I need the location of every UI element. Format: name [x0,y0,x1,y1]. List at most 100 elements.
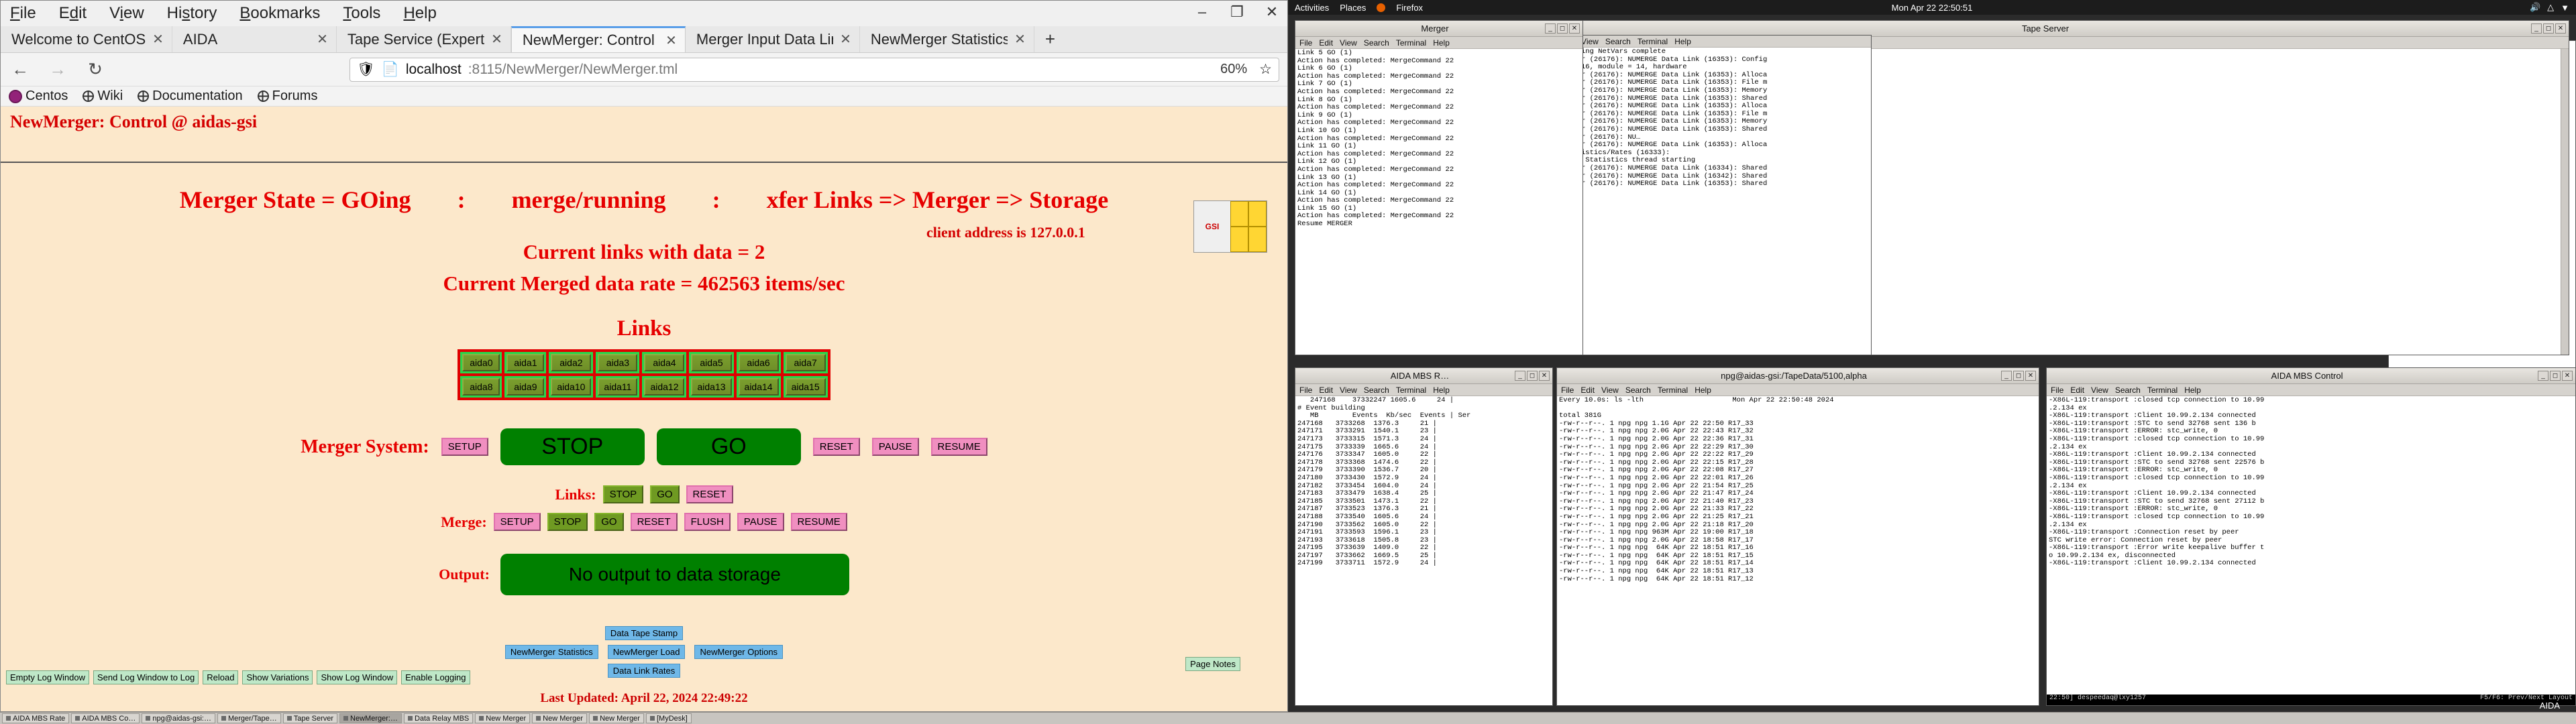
menu-search[interactable]: Search [1364,38,1389,48]
forward-icon[interactable]: → [46,59,69,80]
menu-bookmarks[interactable]: Bookmarks [239,4,320,23]
taskbar-item-active[interactable]: NewMerger:… [339,713,402,723]
volume-icon[interactable]: 🔊 [2530,2,2540,13]
link-button[interactable]: aida6 [738,354,779,371]
link-cell[interactable]: aida0 [459,351,504,375]
link-button[interactable]: aida0 [462,354,500,371]
nav-newmerger-statistics-button[interactable]: NewMerger Statistics [504,645,598,659]
link-button[interactable]: aida14 [738,378,779,396]
link-cell[interactable]: aida1 [503,351,548,375]
merger-pause-button[interactable]: PAUSE [871,438,919,456]
menu-file[interactable]: File [1299,38,1312,48]
nav-newmerger-load-button[interactable]: NewMerger Load [607,645,686,659]
menu-edit[interactable]: Edit [59,4,87,23]
menu-history[interactable]: History [167,4,217,23]
link-cell[interactable]: aida15 [782,375,829,399]
menu-file[interactable]: FFileile [10,4,36,23]
browser-tab[interactable]: NewMerger Statistics @ aida ✕ [860,26,1034,52]
menu-edit[interactable]: Edit [1319,385,1333,395]
taskbar-item[interactable]: AIDA MBS Co… [71,713,140,723]
taskbar-item[interactable]: Data Relay MBS [403,713,474,723]
close-icon[interactable]: ✕ [665,32,677,49]
menu-search[interactable]: Search [2115,385,2141,395]
taskbar-item[interactable]: AIDA MBS Rate [2,713,70,723]
close-icon[interactable]: ✕ [840,31,851,48]
empty-log-window-button[interactable]: Empty Log Window [6,670,89,684]
menu-terminal[interactable]: Terminal [1396,385,1426,395]
close-icon[interactable]: ✕ [317,31,328,48]
link-button[interactable]: aida7 [785,354,826,371]
link-cell[interactable]: aida2 [547,351,595,375]
browser-tab[interactable]: AIDA ✕ [172,26,337,52]
menu-terminal[interactable]: Terminal [2147,385,2178,395]
output-status-button[interactable]: No output to data storage [500,554,849,595]
minimize-button[interactable]: _ [2538,371,2548,381]
close-icon[interactable]: ✕ [1014,31,1026,48]
merge-flush-button[interactable]: FLUSH [684,513,731,531]
link-button[interactable]: aida8 [462,378,500,396]
bookmark-star-icon[interactable]: ☆ [1259,61,1272,78]
menu-edit[interactable]: Edit [2070,385,2084,395]
menu-search[interactable]: Search [1364,385,1389,395]
maximize-button[interactable]: ❐ [1226,3,1248,21]
menu-edit[interactable]: Edit [1580,385,1595,395]
merger-go-button[interactable]: GO [656,428,801,465]
title-bar[interactable]: AIDA MBS Control _ ◻ ✕ [2047,368,2575,384]
merger-stop-button[interactable]: STOP [500,428,645,465]
menu-view[interactable]: View [1340,385,1357,395]
link-cell[interactable]: aida3 [594,351,641,375]
merge-stop-button[interactable]: STOP [547,513,588,531]
link-cell[interactable]: aida5 [688,351,735,375]
menu-view[interactable]: View [109,4,144,23]
back-icon[interactable]: ← [9,59,32,80]
taskbar-item[interactable]: Merger/Tape… [217,713,281,723]
new-tab-button[interactable]: + [1034,26,1066,52]
menu-terminal[interactable]: Terminal [1396,38,1426,48]
merge-reset-button[interactable]: RESET [630,513,678,531]
bookmark-wiki[interactable]: Wiki [83,88,123,104]
menu-file[interactable]: File [2051,385,2063,395]
link-cell[interactable]: aida7 [782,351,829,375]
menu-help[interactable]: Help [1695,385,1711,395]
link-button[interactable]: aida11 [598,378,638,396]
links-stop-button[interactable]: STOP [602,485,644,503]
bookmark-forums[interactable]: Forums [257,88,317,104]
show-variations-button[interactable]: Show Variations [242,670,313,684]
title-bar[interactable]: AIDA MBS R… _ ◻ ✕ [1295,368,1552,384]
taskbar-item[interactable]: New Merger [475,713,531,723]
menu-help[interactable]: Help [2184,385,2201,395]
clock[interactable]: Mon Apr 22 22:50:51 [1892,3,1973,13]
page-notes-button[interactable]: Page Notes [1185,657,1240,671]
title-bar[interactable]: npg@aidas-gsi:/TapeData/5100,alpha _ ◻ ✕ [1557,368,2039,384]
close-button[interactable]: ✕ [1260,3,1283,21]
enable-logging-button[interactable]: Enable Logging [401,670,470,684]
bookmark-documentation[interactable]: Documentation [138,88,243,104]
close-button[interactable]: ✕ [2562,371,2573,381]
link-button[interactable]: aida5 [691,354,732,371]
link-button[interactable]: aida9 [506,378,545,396]
maximize-button[interactable]: ◻ [1557,23,1568,34]
browser-tab[interactable]: Tape Service (Expert) @ aidas ✕ [337,26,511,52]
bookmark-centos[interactable]: Centos [9,88,68,104]
send-log-window-to-log-button[interactable]: Send Log Window to Log [93,670,199,684]
close-icon[interactable]: ✕ [491,31,502,48]
menu-view[interactable]: View [2091,385,2108,395]
taskbar-item[interactable]: [MyDesk] [645,713,692,723]
link-cell[interactable]: aida10 [547,375,595,399]
menu-help[interactable]: Help [1433,385,1450,395]
link-cell[interactable]: aida4 [641,351,688,375]
url-bar[interactable]: 🛡 📄 localhost:8115/NewMerger/NewMerger.t… [350,57,1279,82]
taskbar-item[interactable]: New Merger [589,713,644,723]
close-button[interactable]: ✕ [2025,371,2036,381]
maximize-button[interactable]: ◻ [1527,371,1538,381]
menu-search[interactable]: Search [1605,37,1631,46]
merge-go-button[interactable]: GO [594,513,624,531]
link-button[interactable]: aida10 [551,378,592,396]
taskbar-item[interactable]: npg@aidas-gsi:… [142,713,215,723]
places-menu[interactable]: Places [1340,3,1366,13]
reload-button[interactable]: Reload [203,670,239,684]
close-icon[interactable]: ✕ [152,31,164,48]
taskbar-item[interactable]: New Merger [532,713,588,723]
browser-tab[interactable]: Merger Input Data Link Rates ✕ [686,26,860,52]
nav-data-tape-stamp-button[interactable]: Data Tape Stamp [604,626,684,640]
